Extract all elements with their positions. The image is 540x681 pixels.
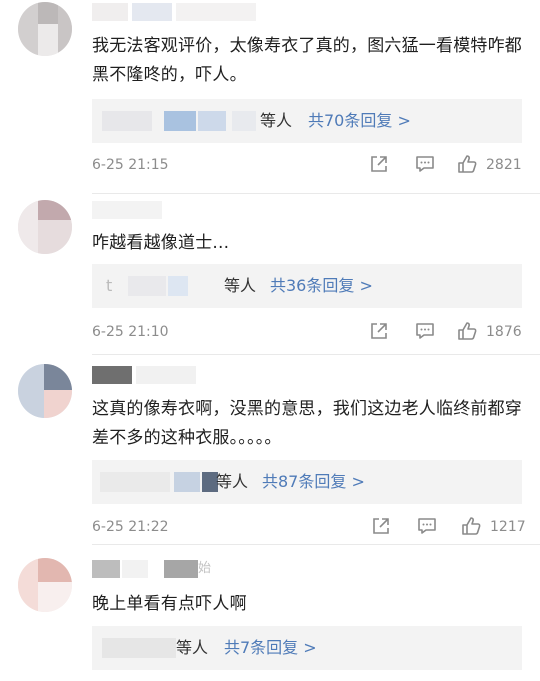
divider (92, 354, 540, 355)
username[interactable] (92, 3, 262, 21)
thumbs-up-icon[interactable] (460, 515, 482, 537)
comment-meta: 6-25 21:15 2821 (92, 153, 532, 177)
comment-text: 我无法客观评价，太像寿衣了真的，图六猛一看模特咋都黑不隆咚的，吓人。 (92, 36, 522, 85)
comment-item: 我无法客观评价，太像寿衣了真的，图六猛一看模特咋都黑不隆咚的，吓人。 等人 共7… (0, 0, 540, 196)
comment-icon[interactable] (416, 515, 438, 537)
reply-who-prefix: t (106, 276, 113, 295)
blurred-replier-name (100, 472, 170, 492)
username[interactable] (92, 201, 172, 219)
divider (92, 544, 540, 545)
blurred-replier-name (128, 276, 166, 296)
view-replies-link[interactable]: 共70条回复 > (308, 108, 411, 134)
avatar[interactable] (18, 558, 72, 612)
avatar[interactable] (18, 200, 72, 254)
reply-preview[interactable]: 等人 共70条回复 > (92, 99, 522, 143)
reply-who: 等人 (176, 638, 209, 657)
view-replies-link[interactable]: 共7条回复 > (224, 635, 317, 661)
share-icon[interactable] (368, 320, 390, 342)
like-count: 1217 (490, 519, 526, 535)
username[interactable]: 始 (92, 560, 212, 578)
reply-who: 等人 (224, 276, 257, 295)
username-visible-part: 始 (198, 561, 212, 576)
comment-text: 晚上单看有点吓人啊 (92, 594, 247, 614)
thumbs-up-icon[interactable] (456, 153, 478, 175)
like-count: 1876 (486, 324, 522, 340)
comment-icon[interactable] (414, 153, 436, 175)
username[interactable] (92, 366, 212, 384)
blurred-replier-name (102, 111, 152, 131)
timestamp: 6-25 21:22 (92, 519, 169, 535)
blurred-replier-name (102, 638, 176, 658)
share-icon[interactable] (368, 153, 390, 175)
view-replies-link[interactable]: 共36条回复 > (270, 273, 373, 299)
divider (92, 193, 540, 194)
comment-meta: 6-25 21:10 1876 (92, 320, 532, 344)
comment-text: 咋越看越像道士... (92, 233, 230, 253)
share-icon[interactable] (370, 515, 392, 537)
comment-item: 咋越看越像道士... t 等人 共36条回复 > 6-25 21:10 1876 (0, 196, 540, 358)
like-count: 2821 (486, 157, 522, 173)
comment-icon[interactable] (414, 320, 436, 342)
comment-item: 始 晚上单看有点吓人啊 等人 共7条回复 > (0, 546, 540, 681)
comment-item: 这真的像寿衣啊，没黑的意思，我们这边老人临终前都穿差不多的这种衣服。。。。。 等… (0, 358, 540, 546)
reply-who: 等人 (216, 472, 249, 491)
avatar[interactable] (18, 364, 72, 418)
reply-who: 等人 (260, 111, 293, 130)
comment-meta: 6-25 21:22 1217 (92, 515, 532, 539)
view-replies-link[interactable]: 共87条回复 > (262, 469, 365, 495)
reply-preview[interactable]: 等人 共7条回复 > (92, 626, 522, 670)
timestamp: 6-25 21:15 (92, 157, 169, 173)
comment-text: 这真的像寿衣啊，没黑的意思，我们这边老人临终前都穿差不多的这种衣服。。。。。 (92, 399, 522, 448)
thumbs-up-icon[interactable] (456, 320, 478, 342)
avatar[interactable] (18, 2, 72, 56)
reply-preview[interactable]: 等人 共87条回复 > (92, 460, 522, 504)
reply-preview[interactable]: t 等人 共36条回复 > (92, 264, 522, 308)
timestamp: 6-25 21:10 (92, 324, 169, 340)
